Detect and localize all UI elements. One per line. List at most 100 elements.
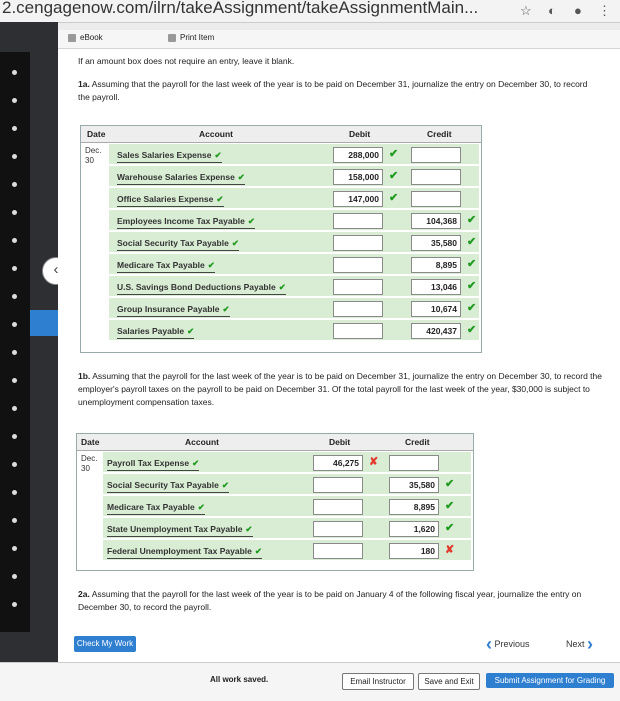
debit-input[interactable] bbox=[333, 213, 383, 229]
debit-input[interactable]: 46,275 bbox=[313, 455, 363, 471]
credit-input[interactable]: 420,437 bbox=[411, 323, 461, 339]
rail-dot[interactable] bbox=[12, 518, 17, 523]
rail-dot[interactable] bbox=[12, 602, 17, 607]
profile-icon[interactable]: ● bbox=[574, 3, 582, 18]
account-name: Social Security Tax Payable bbox=[117, 238, 229, 248]
credit-input[interactable]: 10,674 bbox=[411, 301, 461, 317]
debit-input[interactable]: 288,000 bbox=[333, 147, 383, 163]
account-select[interactable]: Social Security Tax Payable ✔ bbox=[107, 480, 229, 493]
account-select[interactable]: Sales Salaries Expense ✔ bbox=[117, 150, 222, 163]
rail-dot[interactable] bbox=[12, 126, 17, 131]
rail-dot[interactable] bbox=[12, 378, 17, 383]
rail-dot[interactable] bbox=[12, 546, 17, 551]
debit-input[interactable] bbox=[333, 301, 383, 317]
debit-input[interactable] bbox=[313, 521, 363, 537]
rail-dot[interactable] bbox=[12, 266, 17, 271]
debit-input[interactable]: 147,000 bbox=[333, 191, 383, 207]
debit-input[interactable] bbox=[313, 477, 363, 493]
tab-ebook-label: eBook bbox=[80, 33, 103, 42]
account-select[interactable]: Salaries Payable ✔ bbox=[117, 326, 195, 339]
account-select[interactable]: Federal Unemployment Tax Payable ✔ bbox=[107, 546, 262, 559]
question-2a-label: 2a. bbox=[78, 589, 90, 599]
rail-dot[interactable] bbox=[12, 210, 17, 215]
credit-input[interactable]: 8,895 bbox=[411, 257, 461, 273]
rail-dot[interactable] bbox=[12, 490, 17, 495]
credit-input[interactable]: 1,620 bbox=[389, 521, 439, 537]
debit-input[interactable] bbox=[313, 499, 363, 515]
account-select[interactable]: Group Insurance Payable ✔ bbox=[117, 304, 230, 317]
check-icon: ✔ bbox=[467, 324, 477, 336]
account-select[interactable]: Office Salaries Expense ✔ bbox=[117, 194, 224, 207]
rail-dot[interactable] bbox=[12, 406, 17, 411]
browser-url-bar[interactable]: 2.cengagenow.com/ilrn/takeAssignment/tak… bbox=[0, 0, 620, 23]
rail-dot[interactable] bbox=[12, 98, 17, 103]
tab-print[interactable]: Print Item bbox=[168, 33, 214, 42]
rail-dot[interactable] bbox=[12, 70, 17, 75]
rail-dot[interactable] bbox=[12, 238, 17, 243]
chevron-left-icon: ‹ bbox=[486, 634, 492, 654]
check-icon: ✔ bbox=[389, 148, 399, 160]
debit-input[interactable] bbox=[333, 257, 383, 273]
credit-input[interactable]: 180 bbox=[389, 543, 439, 559]
debit-input[interactable] bbox=[333, 235, 383, 251]
account-name: U.S. Savings Bond Deductions Payable bbox=[117, 282, 276, 292]
debit-input[interactable] bbox=[313, 543, 363, 559]
account-select[interactable]: Warehouse Salaries Expense ✔ bbox=[117, 172, 245, 185]
next-button[interactable]: Next › bbox=[566, 634, 593, 655]
account-name: Warehouse Salaries Expense bbox=[117, 172, 235, 182]
account-select[interactable]: Payroll Tax Expense ✔ bbox=[107, 458, 200, 471]
email-instructor-button[interactable]: Email Instructor bbox=[342, 673, 414, 690]
account-select[interactable]: U.S. Savings Bond Deductions Payable ✔ bbox=[117, 282, 286, 295]
question-1b-text: Assuming that the payroll for the last w… bbox=[78, 371, 602, 407]
account-name: Salaries Payable bbox=[117, 326, 185, 336]
rail-dot[interactable] bbox=[12, 182, 17, 187]
account-select[interactable]: State Unemployment Tax Payable ✔ bbox=[107, 524, 253, 537]
check-icon: ✔ bbox=[216, 194, 224, 204]
check-icon: ✔ bbox=[254, 546, 262, 556]
rail-dot[interactable] bbox=[12, 294, 17, 299]
check-icon: ✔ bbox=[467, 258, 477, 270]
tab-ebook[interactable]: eBook bbox=[68, 33, 103, 42]
check-icon: ✔ bbox=[467, 280, 477, 292]
credit-input[interactable]: 35,580 bbox=[389, 477, 439, 493]
rail-dot[interactable] bbox=[12, 350, 17, 355]
check-icon: ✔ bbox=[237, 172, 245, 182]
account-select[interactable]: Medicare Tax Payable ✔ bbox=[107, 502, 205, 515]
previous-button[interactable]: ‹ Previous bbox=[486, 634, 530, 655]
credit-input[interactable]: 13,046 bbox=[411, 279, 461, 295]
check-icon: ✔ bbox=[445, 500, 455, 512]
tab-strip: eBook Print Item bbox=[58, 30, 620, 49]
next-label: Next bbox=[566, 638, 585, 649]
debit-input[interactable] bbox=[333, 279, 383, 295]
check-my-work-button[interactable]: Check My Work bbox=[74, 636, 136, 652]
save-exit-button[interactable]: Save and Exit bbox=[418, 673, 480, 690]
tab-print-label: Print Item bbox=[180, 33, 215, 42]
debit-input[interactable] bbox=[333, 323, 383, 339]
question-1a-label: 1a. bbox=[78, 79, 90, 89]
rail-dot[interactable] bbox=[12, 574, 17, 579]
account-name: Social Security Tax Payable bbox=[107, 480, 219, 490]
rail-dot[interactable] bbox=[12, 434, 17, 439]
account-select[interactable]: Social Security Tax Payable ✔ bbox=[117, 238, 239, 251]
credit-input[interactable] bbox=[411, 169, 461, 185]
credit-input[interactable] bbox=[411, 147, 461, 163]
date-month: Dec. bbox=[81, 454, 98, 463]
credit-input[interactable] bbox=[411, 191, 461, 207]
submit-assignment-button[interactable]: Submit Assignment for Grading bbox=[486, 673, 614, 688]
question-rail bbox=[0, 52, 30, 632]
rail-dot[interactable] bbox=[12, 322, 17, 327]
credit-input[interactable] bbox=[389, 455, 439, 471]
credit-input[interactable]: 8,895 bbox=[389, 499, 439, 515]
question-1b: 1b. Assuming that the payroll for the la… bbox=[78, 370, 606, 409]
credit-input[interactable]: 35,580 bbox=[411, 235, 461, 251]
check-icon: ✔ bbox=[467, 214, 477, 226]
account-select[interactable]: Medicare Tax Payable ✔ bbox=[117, 260, 215, 273]
account-select[interactable]: Employees Income Tax Payable ✔ bbox=[117, 216, 255, 229]
menu-icon[interactable]: ⋮ bbox=[598, 3, 611, 19]
extension-icon[interactable]: ◐ bbox=[548, 3, 556, 18]
rail-dot[interactable] bbox=[12, 462, 17, 467]
rail-dot[interactable] bbox=[12, 154, 17, 159]
star-icon[interactable]: ☆ bbox=[520, 3, 532, 19]
credit-input[interactable]: 104,368 bbox=[411, 213, 461, 229]
debit-input[interactable]: 158,000 bbox=[333, 169, 383, 185]
